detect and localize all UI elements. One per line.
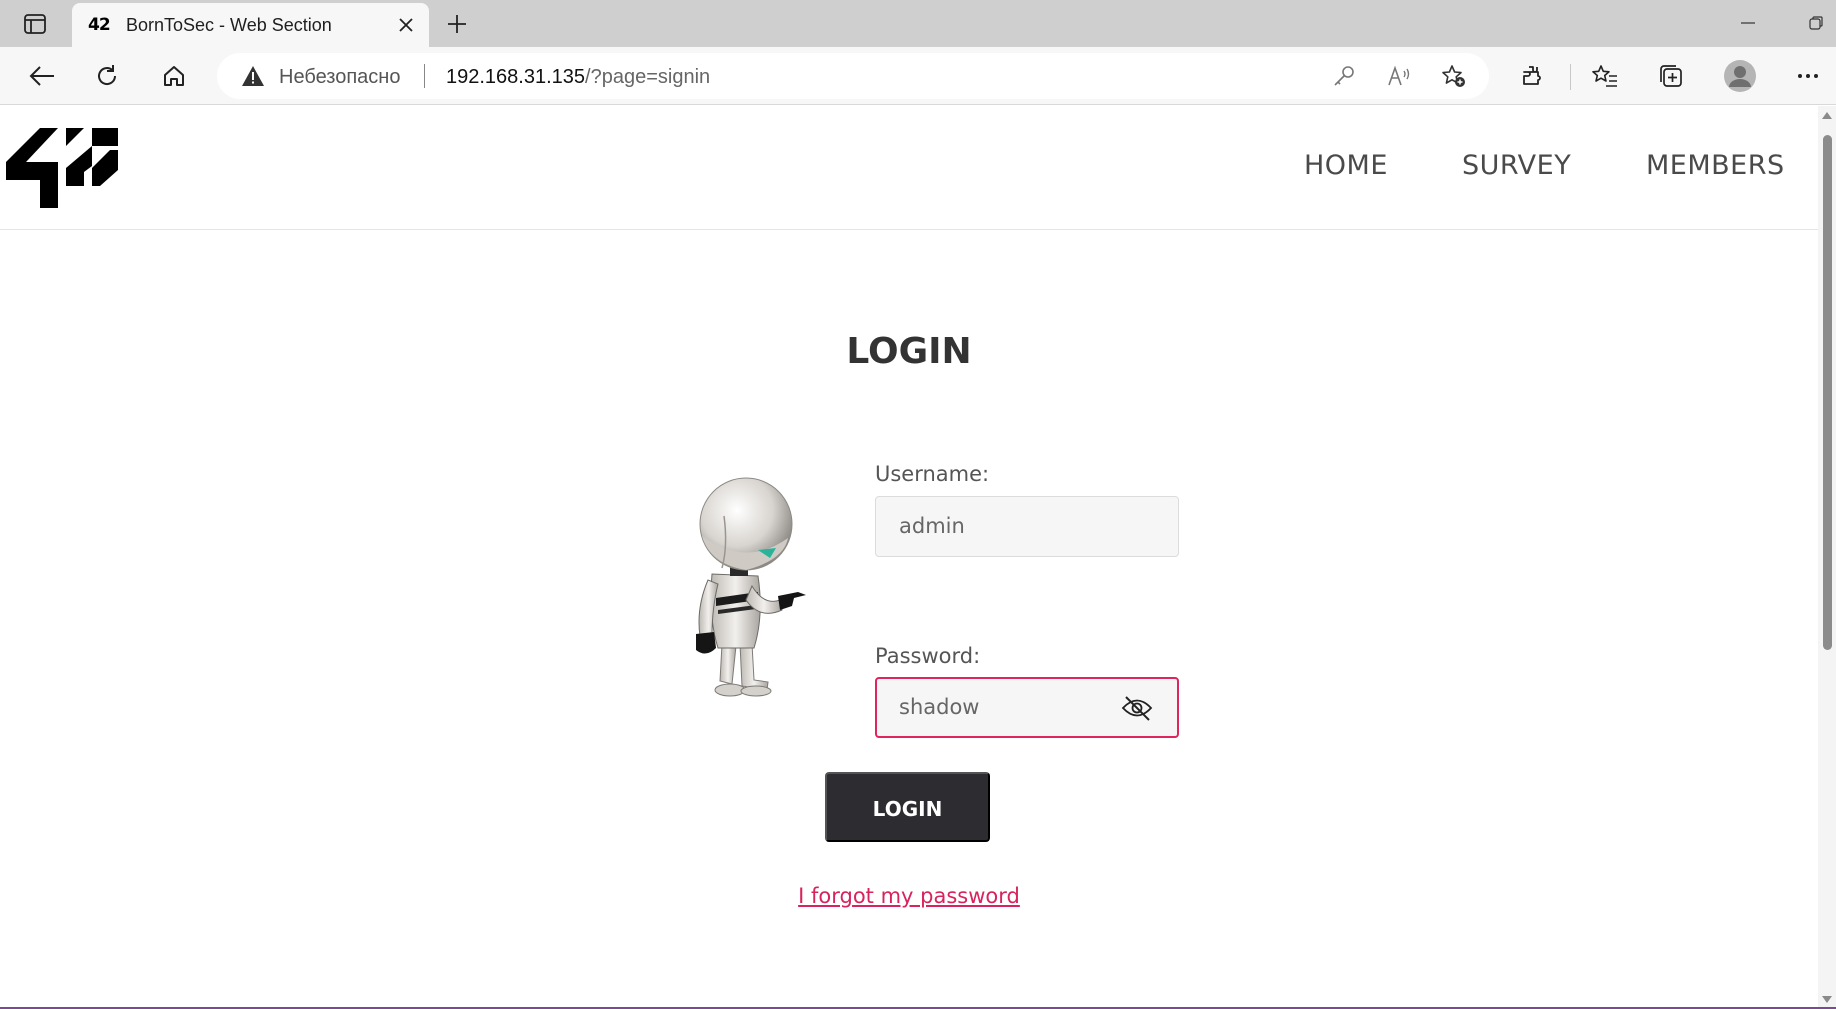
address-separator bbox=[424, 64, 425, 88]
username-label: Username: bbox=[875, 462, 990, 486]
warning-icon bbox=[242, 66, 264, 86]
address-bar[interactable]: Небезопасно 192.168.31.135/?page=signin bbox=[217, 53, 1489, 99]
more-options-icon[interactable] bbox=[1790, 58, 1826, 94]
scrollbar-thumb[interactable] bbox=[1823, 135, 1832, 650]
browser-toolbar: Небезопасно 192.168.31.135/?page=signin bbox=[0, 47, 1836, 105]
site-header: HOME SURVEY MEMBERS bbox=[0, 106, 1818, 230]
nav-survey[interactable]: SURVEY bbox=[1462, 150, 1571, 181]
favorites-icon[interactable] bbox=[1587, 58, 1623, 94]
username-input[interactable]: admin bbox=[875, 496, 1179, 557]
back-icon[interactable] bbox=[24, 58, 60, 94]
nav-home[interactable]: HOME bbox=[1304, 150, 1388, 181]
tab-actions-icon[interactable] bbox=[21, 12, 49, 36]
minimize-window-icon[interactable] bbox=[1737, 12, 1759, 34]
hide-password-eye-icon[interactable] bbox=[1119, 694, 1155, 722]
nav-members[interactable]: MEMBERS bbox=[1646, 150, 1785, 181]
reload-icon[interactable] bbox=[89, 58, 125, 94]
forgot-password-link[interactable]: I forgot my password bbox=[0, 884, 1818, 908]
robot-illustration bbox=[696, 477, 806, 697]
password-label: Password: bbox=[875, 644, 981, 668]
new-tab-icon[interactable] bbox=[443, 10, 471, 38]
scroll-up-arrow-icon[interactable] bbox=[1822, 112, 1832, 119]
extensions-icon[interactable] bbox=[1514, 58, 1550, 94]
toolbar-divider bbox=[1570, 64, 1571, 90]
login-button[interactable]: LOGIN bbox=[825, 772, 990, 842]
tab-title: BornToSec - Web Section bbox=[126, 15, 332, 35]
browser-tab[interactable]: 42 BornToSec - Web Section bbox=[72, 3, 429, 47]
restore-window-icon[interactable] bbox=[1805, 12, 1827, 34]
close-tab-icon[interactable] bbox=[395, 14, 417, 36]
page-scrollbar[interactable] bbox=[1818, 106, 1836, 1009]
read-aloud-icon[interactable] bbox=[1385, 62, 1413, 90]
page-viewport: HOME SURVEY MEMBERS LOGIN Username: admi… bbox=[0, 106, 1818, 1009]
add-favorite-icon[interactable] bbox=[1440, 62, 1468, 90]
url-host: 192.168.31.135 bbox=[446, 66, 586, 88]
home-icon[interactable] bbox=[156, 58, 192, 94]
page-title: LOGIN bbox=[846, 331, 972, 372]
site-logo-42[interactable] bbox=[6, 128, 118, 208]
scroll-down-arrow-icon[interactable] bbox=[1822, 996, 1832, 1003]
url-text[interactable]: 192.168.31.135/?page=signin bbox=[446, 66, 710, 89]
key-icon[interactable] bbox=[1330, 62, 1358, 90]
security-status-label[interactable]: Небезопасно bbox=[279, 66, 400, 89]
collections-icon[interactable] bbox=[1653, 58, 1689, 94]
profile-avatar-icon[interactable] bbox=[1722, 58, 1758, 94]
tab-favicon-icon: 42 bbox=[88, 15, 111, 35]
url-path: /?page=signin bbox=[585, 66, 711, 88]
browser-tab-bar: 42 BornToSec - Web Section bbox=[0, 0, 1836, 47]
